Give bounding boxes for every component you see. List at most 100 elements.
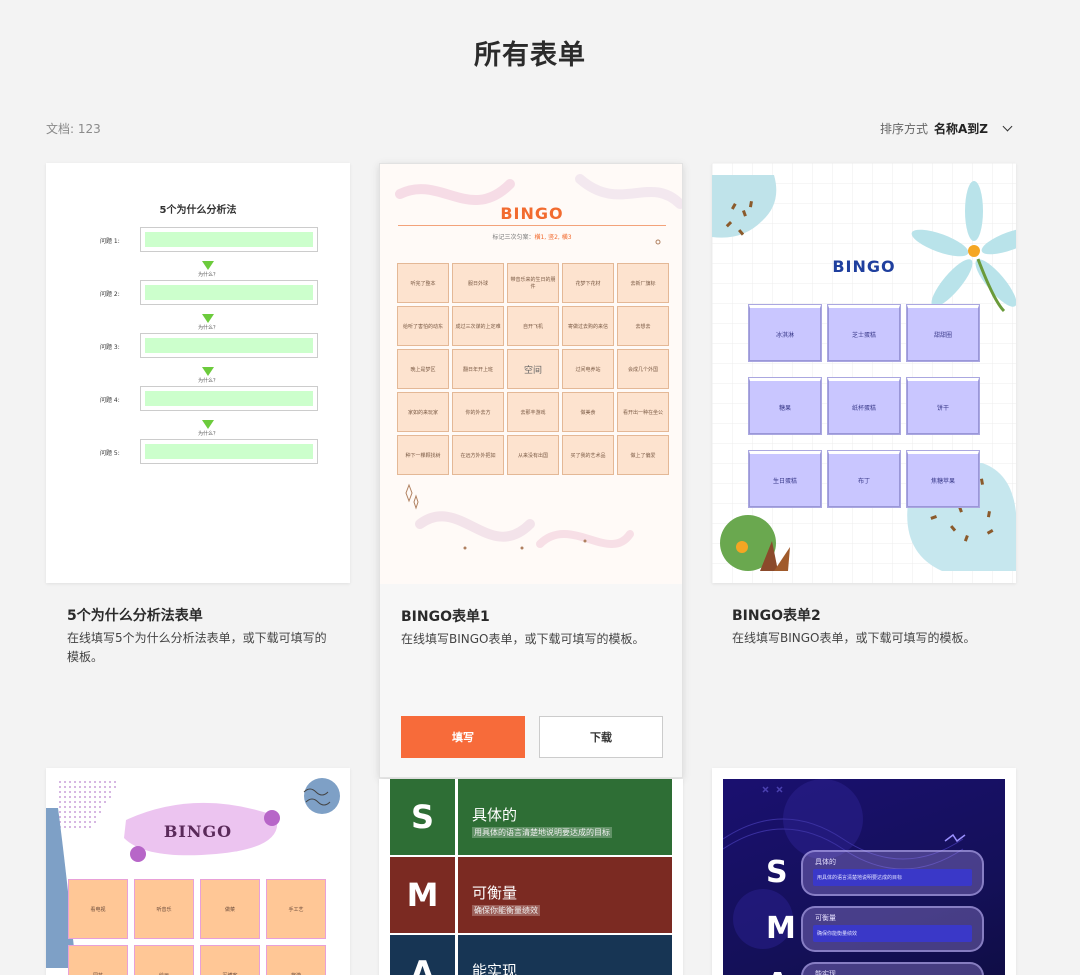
bingo-cell: 甜甜圈: [906, 304, 980, 362]
smart-letter: A: [766, 967, 789, 975]
bingo-cell: 翻日年开上班: [452, 349, 504, 389]
fill-button[interactable]: 填写: [401, 716, 525, 758]
template-card-smart-1[interactable]: S 具体的 用具体的语言清楚地说明要达成的目标 M 可衡量 确保你能衡量绩效 A 能实现: [379, 779, 683, 975]
smart-description: 确保你能衡量绩效: [817, 931, 858, 937]
bingo-cell: 从来没有出国: [507, 435, 559, 475]
answer-box: [140, 386, 318, 411]
document-count: 文档: 123: [46, 122, 101, 136]
bingo-cell: 家如的来玩家: [397, 392, 449, 432]
template-card-bingo-2[interactable]: BINGO 冰淇淋 芝士蛋糕 甜甜圈 糖果 纸杯蛋糕 饼干 生日蛋糕 布丁 焦糖苹果: [712, 163, 1016, 583]
bingo-cell: 花梦下花材: [562, 263, 614, 303]
smart-letter: M: [390, 857, 458, 933]
card-title[interactable]: BINGO表单1: [401, 606, 490, 626]
smart-letter: S: [390, 779, 458, 855]
question-label: 问题 2:: [100, 291, 120, 298]
heading-underline: [398, 225, 666, 226]
bingo-cell: 去那丰游戏: [507, 392, 559, 432]
chevron-down-icon[interactable]: [1002, 121, 1013, 132]
smart-description: 用具体的语言清楚地说明要达成的目标: [817, 875, 903, 881]
smart-letter: S: [766, 855, 788, 890]
bingo-cell: 过间电养站: [562, 349, 614, 389]
bingo-cell: 在远方外外把如: [452, 435, 504, 475]
bingo-cell: 焦糖苹果: [906, 450, 980, 508]
bingo-cell: 纸杯蛋糕: [827, 377, 901, 435]
answer-box: [140, 333, 318, 358]
smart-letter: M: [766, 911, 796, 946]
answer-box: [140, 439, 318, 464]
smart-box: 具体的用具体的语言清楚地说明要达成的目标: [801, 850, 984, 896]
bingo-cell: 听完了整本: [397, 263, 449, 303]
preview-subtitle: 标记三次匀案：横1, 竖2, 横3: [492, 234, 572, 241]
bingo-cell: 生日蛋糕: [748, 450, 822, 508]
bingo-cell: 服日外球: [452, 263, 504, 303]
bingo-cell: 寄做过去购的来信: [562, 306, 614, 346]
arrow-down-icon: [202, 314, 214, 323]
bingo-cell: 你的外去方: [452, 392, 504, 432]
smart-letter: A: [390, 935, 458, 975]
bingo-cell: 饼干: [906, 377, 980, 435]
template-card-five-whys[interactable]: 5个为什么分析法 问题 1: 为什么？ 问题 2: 为什么？ 问题 3: 为什么？ 问题 4…: [46, 163, 350, 583]
smart-row: M 可衡量确保你能衡量绩效: [390, 857, 672, 933]
bingo-cell: 园艺: [68, 945, 128, 975]
arrow-down-icon: [202, 420, 214, 429]
answer-box: [140, 280, 318, 305]
bingo-cell: 芝士蛋糕: [827, 304, 901, 362]
why-label: 为什么？: [197, 431, 218, 437]
smart-name: 可衡量: [472, 884, 518, 902]
why-label: 为什么？: [197, 272, 218, 278]
answer-box: [140, 227, 318, 252]
sort-dropdown[interactable]: 排序方式 名称A到Z: [880, 120, 1013, 137]
bingo-grid: 冰淇淋 芝士蛋糕 甜甜圈 糖果 纸杯蛋糕 饼干 生日蛋糕 布丁 焦糖苹果: [748, 304, 980, 508]
card-title[interactable]: 5个为什么分析法表单: [67, 605, 203, 625]
bingo-cell: 看开出一种在坐公: [617, 392, 669, 432]
bingo-cell: 成过三次谋的上定难: [452, 306, 504, 346]
dark-preview: S具体的用具体的语言清楚地说明要达成的目标M可衡量确保你能衡量绩效A能实现: [723, 779, 1005, 975]
sort-value[interactable]: 名称A到Z: [934, 120, 988, 137]
download-button[interactable]: 下载: [539, 716, 663, 758]
preview-heading: BINGO: [832, 257, 896, 276]
bingo-cell: 去想去: [617, 306, 669, 346]
card-description: 在线填写BINGO表单，或下载可填写的模板。: [401, 632, 645, 646]
question-label: 问题 4:: [100, 397, 120, 404]
bingo-cell: 空间: [507, 349, 559, 389]
bingo-cell: 做菜: [200, 879, 260, 939]
template-card-bingo-3[interactable]: BINGO 看电视听音乐做菜手工艺园艺绘画写博客旅游: [46, 768, 350, 975]
smart-box: 能实现: [801, 962, 984, 975]
smart-description: 确保你能衡量绩效: [472, 905, 540, 916]
question-label: 问题 1:: [100, 238, 120, 245]
smart-description: 用具体的语言清楚地说明要达成的目标: [472, 827, 612, 838]
bingo-preview: BINGO 标记三次匀案：横1, 竖2, 横3 听完了整本 服日外球 带音乐来的生日…: [380, 164, 682, 584]
smart-name: 可衡量: [815, 914, 836, 922]
bingo-cell: 旅游: [266, 945, 326, 975]
bingo-cell: 绘画: [134, 945, 194, 975]
bingo-cell: 买了我的艺术品: [562, 435, 614, 475]
smart-name: 具体的: [815, 858, 836, 866]
question-label: 问题 5:: [100, 450, 120, 457]
bingo-cell: 做上了偏爱: [617, 435, 669, 475]
bingo-cell: 种下一棵颗找树: [397, 435, 449, 475]
card-description: 在线填写5个为什么分析法表单，或下载可填写的模板。: [67, 631, 327, 664]
card-title[interactable]: BINGO表单2: [732, 605, 821, 625]
bingo-cell: 做美食: [562, 392, 614, 432]
arrow-down-icon: [202, 367, 214, 376]
smart-box: 可衡量确保你能衡量绩效: [801, 906, 984, 952]
question-label: 问题 3:: [100, 344, 120, 351]
bingo-cell: 冰淇淋: [748, 304, 822, 362]
bingo-grid: 看电视听音乐做菜手工艺园艺绘画写博客旅游: [68, 879, 326, 975]
preview-heading: BINGO: [163, 822, 233, 841]
bingo-cell: 去新厂旗标: [617, 263, 669, 303]
sort-label: 排序方式: [880, 122, 929, 136]
bingo-cell: 听音乐: [134, 879, 194, 939]
smart-bar: 用具体的语言清楚地说明要达成的目标: [813, 869, 972, 886]
template-card-smart-2[interactable]: S具体的用具体的语言清楚地说明要达成的目标M可衡量确保你能衡量绩效A能实现: [712, 768, 1016, 975]
smart-bar: 确保你能衡量绩效: [813, 925, 972, 942]
smart-row: A 能实现: [390, 935, 672, 975]
smart-name: 能实现: [815, 970, 836, 975]
why-label: 为什么？: [197, 325, 218, 331]
bingo-cell: 带音乐来的生日的朋件: [507, 263, 559, 303]
template-card-bingo-1[interactable]: BINGO 标记三次匀案：横1, 竖2, 横3 听完了整本 服日外球 带音乐来的生日…: [379, 163, 683, 778]
bingo-cell: 布丁: [827, 450, 901, 508]
smart-name: 能实现: [472, 962, 518, 975]
bingo-cell: 会成几个外国: [617, 349, 669, 389]
bingo-cell: 写博客: [200, 945, 260, 975]
